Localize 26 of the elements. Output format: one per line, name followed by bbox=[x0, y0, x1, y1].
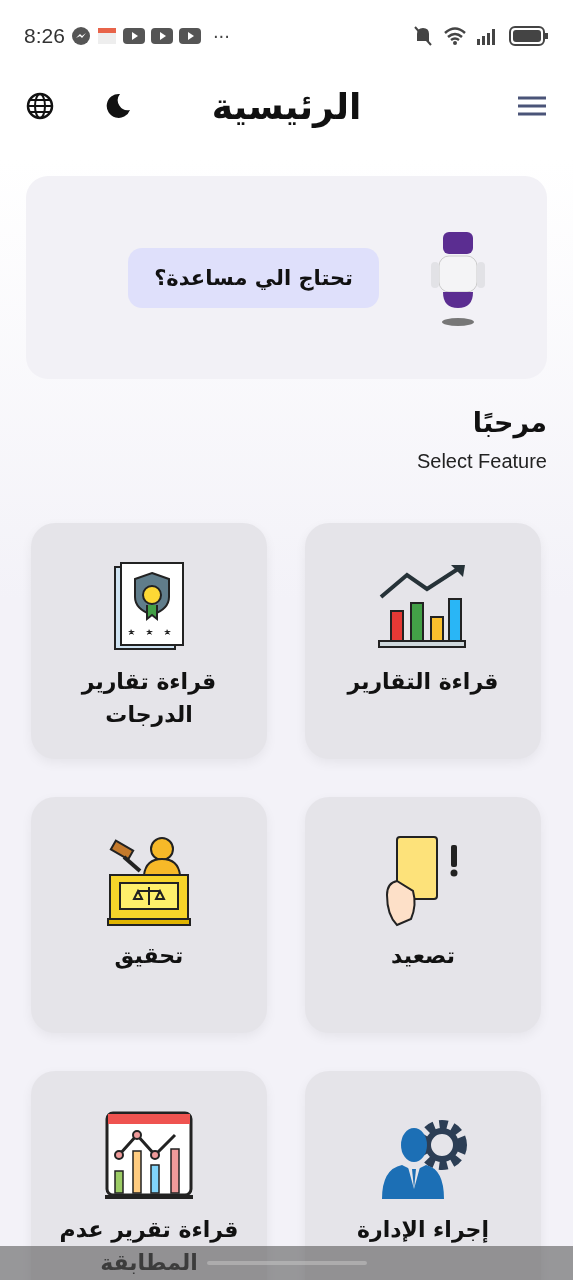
wifi-icon bbox=[443, 26, 467, 46]
gavel-podium-icon bbox=[106, 835, 192, 927]
status-time: 8:26 bbox=[24, 24, 65, 48]
feature-card[interactable]: قراءة تقرير عدم المطابقة bbox=[31, 1071, 267, 1280]
play-icon bbox=[150, 28, 173, 44]
feature-card[interactable]: إجراء الإدارة bbox=[305, 1071, 541, 1280]
help-prompt-button[interactable]: تحتاج الي مساعدة؟ bbox=[128, 247, 379, 308]
feature-card[interactable]: تحقيق bbox=[31, 797, 267, 1033]
greeting-heading: مرحبًا bbox=[471, 406, 548, 438]
battery-icon bbox=[509, 26, 549, 46]
feature-card[interactable]: تصعيد bbox=[305, 797, 541, 1033]
select-feature-label: Select Feature bbox=[416, 450, 547, 472]
feature-card[interactable]: قراءة التقارير bbox=[305, 523, 541, 759]
calendar-icon bbox=[96, 26, 117, 46]
language-globe-icon[interactable] bbox=[26, 92, 54, 120]
dark-mode-moon-icon[interactable] bbox=[104, 92, 132, 120]
certificate-icon bbox=[113, 561, 185, 653]
feature-card[interactable]: قراءة تقارير الدرجات bbox=[31, 523, 267, 759]
analytics-dashboard-icon bbox=[105, 1111, 193, 1201]
page-title: الرئيسية bbox=[211, 85, 362, 127]
messenger-icon bbox=[70, 26, 91, 46]
play-icon bbox=[122, 28, 145, 44]
play-icon bbox=[178, 28, 201, 44]
bell-muted-icon bbox=[413, 25, 433, 47]
more-notifications: ··· bbox=[212, 25, 231, 47]
menu-icon[interactable] bbox=[517, 95, 547, 117]
